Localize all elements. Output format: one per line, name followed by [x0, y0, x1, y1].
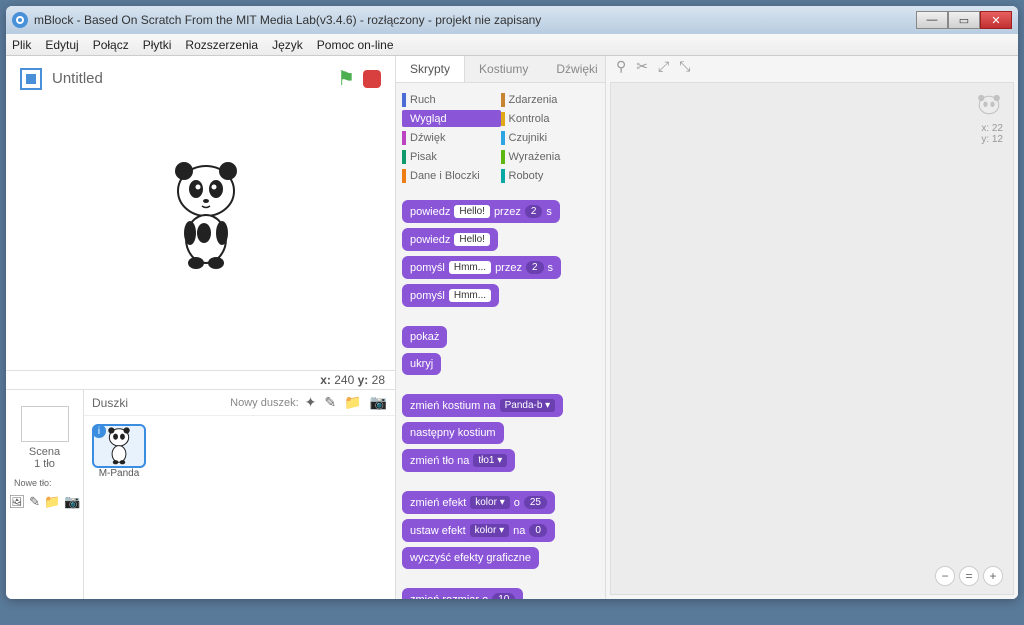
- category-wygląd[interactable]: Wygląd: [402, 110, 501, 127]
- stage-title: Untitled: [52, 70, 327, 87]
- zoom-out-button[interactable]: −: [935, 566, 955, 586]
- category-ruch[interactable]: Ruch: [402, 91, 501, 108]
- bg-upload-icon[interactable]: 📁: [44, 494, 60, 510]
- minimize-button[interactable]: —: [916, 11, 948, 29]
- left-pane: Untitled ⚑: [6, 56, 396, 599]
- app-icon: [12, 12, 28, 28]
- sprite-info-icon[interactable]: i: [92, 424, 106, 438]
- menu-pomoc[interactable]: Pomoc on-line: [317, 38, 394, 52]
- script-area[interactable]: x: 22y: 12 − = +: [610, 82, 1014, 595]
- block-think-for[interactable]: pomyślHmm...przez2s: [402, 256, 561, 279]
- scene-thumbnail[interactable]: [21, 406, 69, 442]
- category-dane i bloczki[interactable]: Dane i Bloczki: [402, 167, 501, 184]
- block-switch-bg[interactable]: zmień tło natło1 ▾: [402, 449, 515, 472]
- current-sprite-icon: [975, 91, 1003, 119]
- menu-rozszerzenia[interactable]: Rozszerzenia: [185, 38, 258, 52]
- stage-size-toggle[interactable]: [20, 68, 42, 90]
- block-hide[interactable]: ukryj: [402, 353, 441, 375]
- sprite-on-stage[interactable]: [166, 161, 246, 276]
- category-wyrażenia[interactable]: Wyrażenia: [501, 148, 600, 165]
- block-show[interactable]: pokaż: [402, 326, 447, 348]
- stop-button[interactable]: [363, 70, 381, 88]
- block-think[interactable]: pomyślHmm...: [402, 284, 499, 307]
- menu-polacz[interactable]: Połącz: [93, 38, 129, 52]
- category-roboty[interactable]: Roboty: [501, 167, 600, 184]
- tab-costumes[interactable]: Kostiumy: [465, 56, 542, 82]
- category-czujniki[interactable]: Czujniki: [501, 129, 600, 146]
- menu-plytki[interactable]: Płytki: [143, 38, 172, 52]
- shrink-icon[interactable]: ⤡: [679, 58, 690, 75]
- titlebar[interactable]: mBlock - Based On Scratch From the MIT M…: [6, 6, 1018, 34]
- block-next-costume[interactable]: następny kostium: [402, 422, 504, 444]
- sprites-header: Duszki: [92, 396, 230, 410]
- bg-library-icon[interactable]: 🖼: [9, 494, 26, 510]
- tab-sounds[interactable]: Dźwięki: [542, 56, 611, 82]
- block-set-effect[interactable]: ustaw efektkolor ▾na0: [402, 519, 555, 542]
- grow-icon[interactable]: ⤢: [658, 58, 669, 75]
- category-dźwięk[interactable]: Dźwięk: [402, 129, 501, 146]
- stamp-icon[interactable]: ⚲: [616, 58, 626, 75]
- stage-coords: x: 240 y: 28: [6, 370, 395, 389]
- sprite-item[interactable]: i M-Panda: [92, 424, 146, 479]
- blocks-palette: Skrypty Kostiumy Dźwięki Ruch Wygląd Dźwię…: [396, 56, 606, 599]
- sprite-name: M-Panda: [92, 468, 146, 479]
- scene-label: Scena: [10, 446, 79, 458]
- script-coords: x: 22y: 12: [975, 123, 1003, 145]
- cut-icon[interactable]: ✂: [636, 58, 648, 75]
- category-kontrola[interactable]: Kontrola: [501, 110, 600, 127]
- scene-bg-count: 1 tło: [10, 458, 79, 470]
- category-zdarzenia[interactable]: Zdarzenia: [501, 91, 600, 108]
- block-say-for[interactable]: powiedzHello!przez2s: [402, 200, 560, 223]
- block-categories: Ruch Wygląd Dźwięk Pisak Dane i Bloczki Zdar…: [396, 83, 605, 194]
- menu-plik[interactable]: Plik: [12, 38, 31, 52]
- block-say[interactable]: powiedzHello!: [402, 228, 498, 251]
- app-window: mBlock - Based On Scratch From the MIT M…: [6, 6, 1018, 599]
- stage-area[interactable]: [6, 101, 395, 370]
- script-pane: ⚲ ✂ ⤢ ⤡ x: 22y: 12 − = +: [606, 56, 1018, 599]
- category-pisak[interactable]: Pisak: [402, 148, 501, 165]
- sprite-camera-icon[interactable]: 📷: [370, 394, 387, 411]
- bg-camera-icon[interactable]: 📷: [64, 494, 80, 510]
- menubar: Plik Edytuj Połącz Płytki Rozszerzenia J…: [6, 34, 1018, 56]
- zoom-reset-button[interactable]: =: [959, 566, 979, 586]
- new-bg-label: Nowe tło:: [10, 478, 79, 488]
- blocks-list[interactable]: powiedzHello!przez2s powiedzHello! pomyś…: [396, 194, 605, 599]
- sprite-paint-icon[interactable]: ✎: [324, 394, 336, 411]
- window-title: mBlock - Based On Scratch From the MIT M…: [34, 13, 916, 27]
- close-button[interactable]: ✕: [980, 11, 1012, 29]
- tab-scripts[interactable]: Skrypty: [396, 56, 465, 82]
- zoom-in-button[interactable]: +: [983, 566, 1003, 586]
- block-clear-effects[interactable]: wyczyść efekty graficzne: [402, 547, 539, 569]
- new-sprite-label: Nowy duszek:: [230, 397, 298, 409]
- tabs: Skrypty Kostiumy Dźwięki: [396, 56, 605, 83]
- scene-panel: Scena 1 tło Nowe tło: 🖼 ✎ 📁 📷: [6, 390, 84, 599]
- block-change-size[interactable]: zmień rozmiar o10: [402, 588, 523, 599]
- script-toolbar: ⚲ ✂ ⤢ ⤡: [616, 58, 690, 75]
- menu-edytuj[interactable]: Edytuj: [45, 38, 78, 52]
- sprite-library-icon[interactable]: ✦: [305, 394, 317, 411]
- block-change-effect[interactable]: zmień efektkolor ▾o25: [402, 491, 555, 514]
- bg-paint-icon[interactable]: ✎: [29, 494, 40, 510]
- menu-jezyk[interactable]: Język: [272, 38, 303, 52]
- maximize-button[interactable]: ▭: [948, 11, 980, 29]
- sprite-upload-icon[interactable]: 📁: [344, 394, 361, 411]
- green-flag-icon[interactable]: ⚑: [337, 66, 355, 91]
- block-switch-costume[interactable]: zmień kostium naPanda-b ▾: [402, 394, 563, 417]
